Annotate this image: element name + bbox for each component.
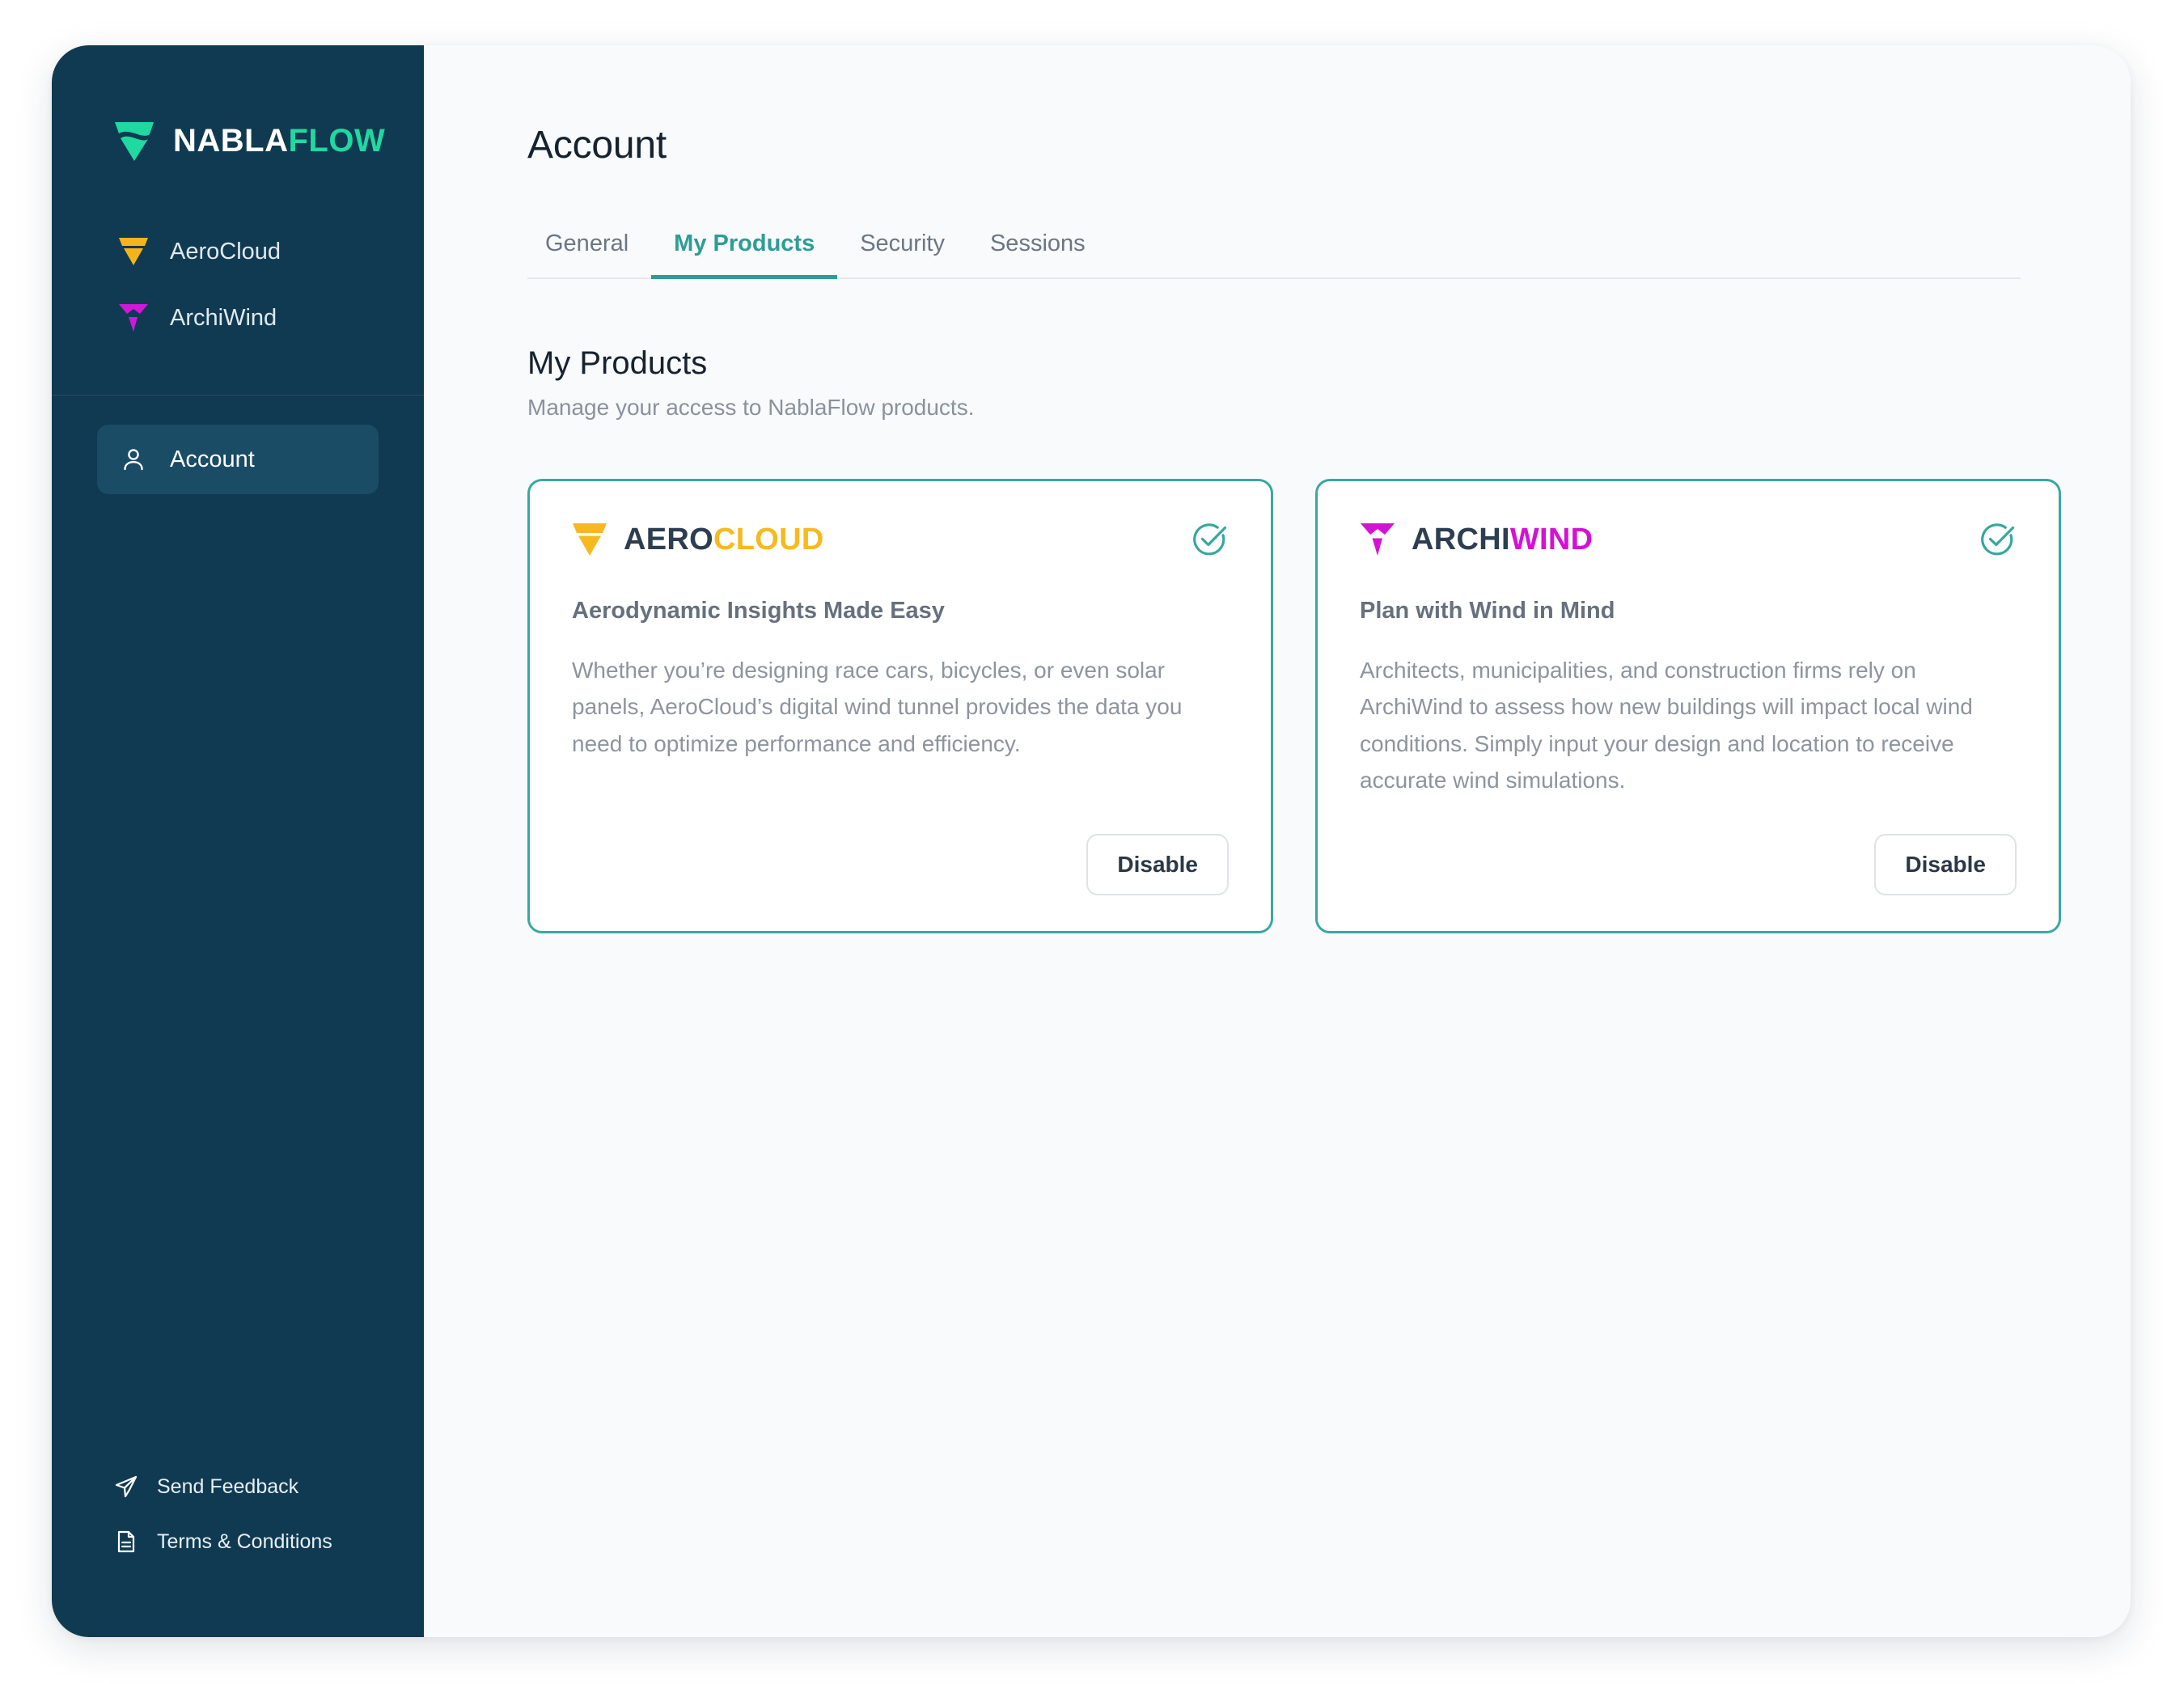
aerocloud-logo-text-first: AERO: [624, 522, 713, 556]
product-card-header: ARCHIWIND: [1360, 520, 2017, 559]
terms-conditions-label: Terms & Conditions: [157, 1530, 332, 1553]
archiwind-logo-text: ARCHIWIND: [1412, 523, 1593, 557]
aerocloud-logo-text-second: CLOUD: [713, 522, 824, 556]
product-description-archiwind: Architects, municipalities, and construc…: [1360, 658, 1973, 793]
sidebar-item-label-aerocloud: AeroCloud: [170, 238, 281, 264]
tab-my-products[interactable]: My Products: [651, 231, 838, 279]
section-title: My Products: [527, 345, 708, 381]
tab-bar: General My Products Security Sessions: [527, 229, 2021, 279]
app-window: NABLAFLOW AeroCloud ArchiWind Account Se…: [52, 45, 2131, 1637]
aerocloud-logo-text: AEROCLOUD: [624, 523, 824, 557]
sidebar-footer: Send Feedback Terms & Conditions: [52, 1459, 424, 1637]
brand-logo[interactable]: NABLAFLOW: [52, 45, 424, 167]
page-title: Account: [527, 124, 667, 167]
nabla-logo-icon: [113, 121, 155, 161]
sidebar-nav-account: Account: [52, 396, 424, 494]
product-heading-aerocloud: Aerodynamic Insights Made Easy: [572, 598, 945, 624]
terms-conditions-link[interactable]: Terms & Conditions: [113, 1514, 424, 1569]
brand-name: NABLAFLOW: [173, 123, 385, 159]
archiwind-nabla-icon: [118, 303, 149, 332]
sidebar-nav-products: AeroCloud ArchiWind Account: [52, 167, 424, 494]
product-card-archiwind: ARCHIWIND Plan with Wind in Mind Archite…: [1315, 479, 2061, 934]
brand-name-first: NABLA: [173, 122, 289, 159]
archiwind-logo-text-first: ARCHI: [1412, 522, 1510, 556]
tab-security[interactable]: Security: [837, 231, 967, 279]
aerocloud-logo: AEROCLOUD: [572, 523, 824, 557]
sidebar-item-aerocloud[interactable]: AeroCloud: [52, 218, 424, 285]
sidebar: NABLAFLOW AeroCloud ArchiWind Account Se…: [52, 45, 424, 1637]
tab-sessions[interactable]: Sessions: [967, 231, 1108, 279]
product-heading-archiwind: Plan with Wind in Mind: [1360, 598, 1615, 624]
document-icon: [113, 1529, 139, 1555]
disable-button-archiwind[interactable]: Disable: [1874, 834, 2017, 896]
send-feedback-label: Send Feedback: [157, 1475, 299, 1498]
section-subtitle: Manage your access to NablaFlow products…: [527, 395, 975, 420]
send-paper-plane-icon: [113, 1474, 139, 1500]
archiwind-logo: ARCHIWIND: [1360, 523, 1593, 557]
product-card-list: AEROCLOUD Aerodynamic Insights Made Easy…: [527, 479, 2061, 934]
sidebar-item-label-archiwind: ArchiWind: [170, 304, 277, 331]
user-icon: [118, 445, 149, 474]
main-content: Account General My Products Security Ses…: [424, 45, 2131, 1637]
sidebar-item-label-account: Account: [170, 446, 255, 472]
disable-button-aerocloud[interactable]: Disable: [1086, 834, 1229, 896]
check-circle-icon-archiwind[interactable]: [1978, 520, 2017, 559]
product-card-actions: Disable: [1360, 798, 2017, 896]
product-description-aerocloud: Whether you’re designing race cars, bicy…: [572, 658, 1183, 756]
product-card-header: AEROCLOUD: [572, 520, 1229, 559]
sidebar-item-account[interactable]: Account: [97, 425, 379, 494]
send-feedback-link[interactable]: Send Feedback: [113, 1459, 424, 1514]
brand-name-second: FLOW: [288, 122, 386, 159]
tab-general[interactable]: General: [527, 231, 651, 279]
aerocloud-nabla-icon: [572, 523, 607, 556]
product-card-actions: Disable: [572, 798, 1229, 896]
sidebar-item-archiwind[interactable]: ArchiWind: [52, 285, 424, 351]
check-circle-icon-aerocloud[interactable]: [1190, 520, 1229, 559]
archiwind-logo-text-second: WIND: [1509, 522, 1594, 556]
archiwind-nabla-icon: [1360, 523, 1395, 556]
aerocloud-nabla-icon: [118, 237, 149, 266]
product-card-aerocloud: AEROCLOUD Aerodynamic Insights Made Easy…: [527, 479, 1273, 934]
